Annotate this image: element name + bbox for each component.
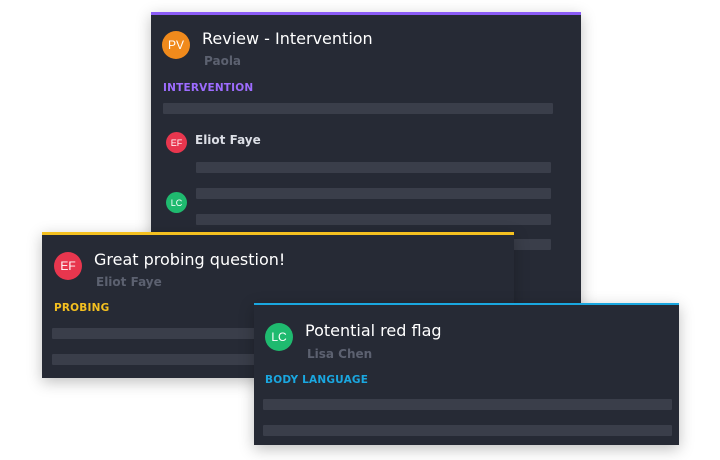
comment-card-red-flag[interactable]: LC Potential red flag Lisa Chen BODY LAN…	[254, 303, 679, 445]
tag-probing: PROBING	[54, 302, 110, 314]
text-placeholder-line	[196, 162, 551, 173]
avatar-ef: EF	[54, 252, 82, 280]
avatar-pv: PV	[162, 31, 190, 59]
card-title: Review - Intervention	[202, 29, 373, 48]
text-placeholder-line	[196, 214, 551, 225]
card-author: Eliot Faye	[96, 275, 162, 289]
reply-author: Eliot Faye	[195, 133, 261, 147]
reply-avatar-ef: EF	[166, 132, 187, 153]
tag-intervention: INTERVENTION	[163, 82, 254, 94]
card-title: Potential red flag	[305, 321, 442, 340]
text-placeholder-line	[52, 354, 262, 365]
card-title: Great probing question!	[94, 250, 286, 269]
text-placeholder-line	[163, 103, 553, 114]
tag-body-language: BODY LANGUAGE	[265, 374, 369, 386]
text-placeholder-line	[263, 399, 672, 410]
reply-avatar-lc: LC	[166, 192, 187, 213]
card-author: Lisa Chen	[307, 347, 373, 361]
card-author: Paola	[204, 54, 242, 68]
text-placeholder-line	[196, 188, 551, 199]
text-placeholder-line	[263, 425, 672, 436]
avatar-lc: LC	[265, 323, 293, 351]
text-placeholder-line	[52, 328, 262, 339]
